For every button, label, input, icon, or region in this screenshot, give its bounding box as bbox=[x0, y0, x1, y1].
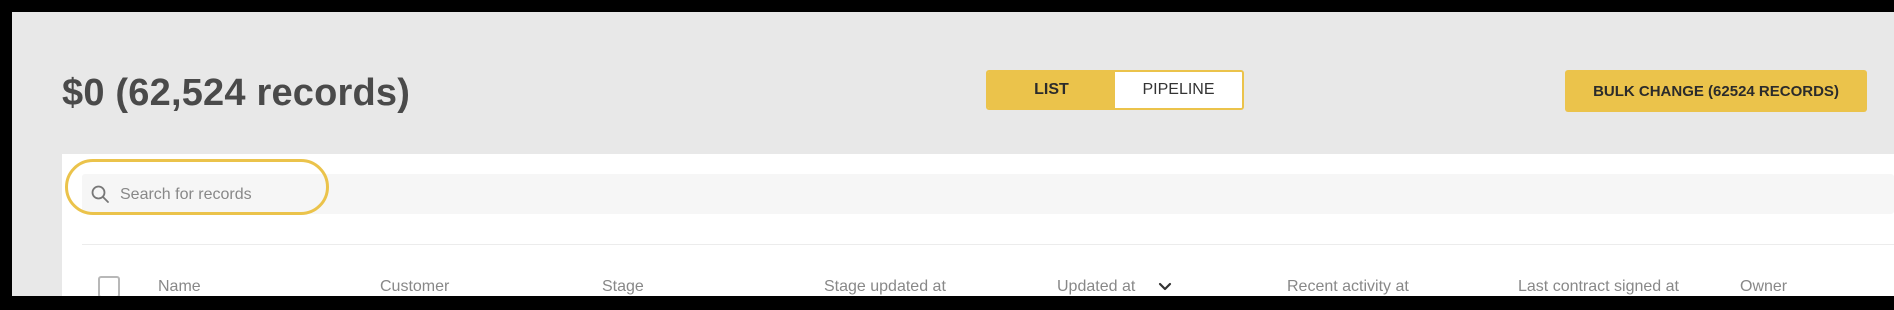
bulk-change-button[interactable]: BULK CHANGE (62524 RECORDS) bbox=[1565, 70, 1867, 112]
search-icon bbox=[91, 185, 109, 203]
view-toggle: LIST PIPELINE bbox=[986, 70, 1244, 110]
records-page: $0 (62,524 records) LIST PIPELINE BULK C… bbox=[12, 12, 1894, 296]
column-header-owner[interactable]: Owner bbox=[1740, 278, 1787, 296]
column-header-updated-at[interactable]: Updated at bbox=[1057, 278, 1135, 296]
column-header-customer[interactable]: Customer bbox=[380, 278, 449, 296]
select-all-checkbox[interactable] bbox=[98, 276, 120, 296]
column-header-stage-updated-at[interactable]: Stage updated at bbox=[824, 278, 946, 296]
records-table-panel: Name Customer Stage Stage updated at Upd… bbox=[62, 154, 1894, 296]
pipeline-view-button[interactable]: PIPELINE bbox=[1115, 72, 1242, 108]
search-input[interactable] bbox=[118, 178, 322, 212]
column-header-stage[interactable]: Stage bbox=[602, 278, 644, 296]
column-header-name[interactable]: Name bbox=[158, 278, 201, 296]
list-view-button[interactable]: LIST bbox=[988, 72, 1115, 108]
records-summary-title: $0 (62,524 records) bbox=[62, 72, 411, 114]
chevron-down-icon[interactable] bbox=[1158, 282, 1172, 292]
search-bar bbox=[82, 174, 1894, 214]
table-header-row: Name Customer Stage Stage updated at Upd… bbox=[62, 266, 1894, 296]
column-header-recent-activity-at[interactable]: Recent activity at bbox=[1287, 278, 1409, 296]
column-header-last-contract-signed-at[interactable]: Last contract signed at bbox=[1518, 278, 1679, 296]
divider bbox=[82, 244, 1894, 245]
